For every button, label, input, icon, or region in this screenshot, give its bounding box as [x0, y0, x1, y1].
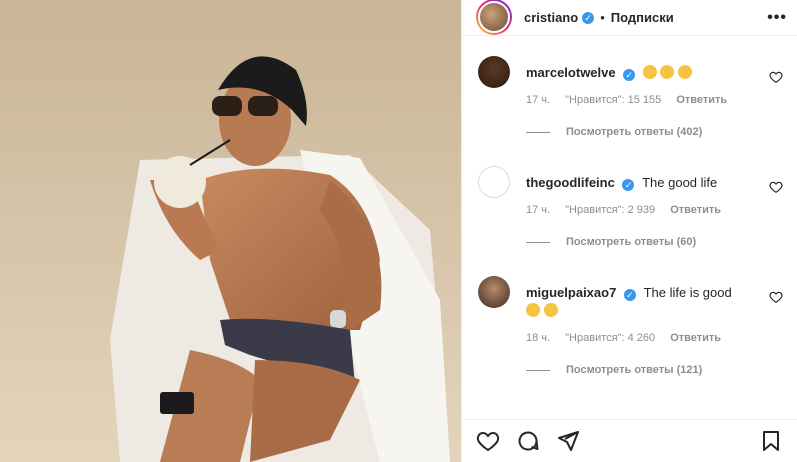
comment-time[interactable]: 17 ч.	[526, 94, 550, 106]
comment-likes[interactable]: "Нравится": 2 939	[565, 204, 655, 216]
verified-icon: ✓	[623, 289, 636, 301]
comment-avatar[interactable]	[478, 56, 510, 88]
view-replies-label: Посмотреть ответы (402)	[566, 126, 703, 138]
comment-username[interactable]: thegoodlifeinc	[526, 175, 615, 190]
heart-icon[interactable]	[476, 429, 500, 453]
comment-text: The life is good	[643, 285, 732, 300]
comments-list[interactable]: marcelotwelve ✓ 17 ч. "Нравится": 15 155…	[462, 56, 797, 396]
like-comment-heart-icon[interactable]	[769, 290, 783, 304]
grinning-sweat-emoji	[543, 303, 558, 317]
share-icon[interactable]	[556, 429, 580, 453]
laughing-emoji	[678, 65, 693, 79]
comments-panel: cristiano ✓ • Подписки ••• marcelotwelve…	[461, 0, 797, 462]
comment-item: marcelotwelve ✓ 17 ч. "Нравится": 15 155…	[462, 56, 797, 166]
replies-divider	[526, 241, 550, 243]
comment-meta: 17 ч. "Нравится": 2 939 Ответить	[526, 204, 783, 216]
reply-button[interactable]: Ответить	[670, 204, 721, 216]
post-photo[interactable]	[0, 0, 461, 462]
comment-text: The good life	[642, 175, 718, 190]
comment-username[interactable]: miguelpaixao7	[526, 285, 616, 300]
comment-likes[interactable]: "Нравится": 4 260	[565, 332, 655, 344]
reply-button[interactable]: Ответить	[670, 332, 721, 344]
beach-photo	[0, 0, 461, 462]
reply-button[interactable]: Ответить	[676, 94, 727, 106]
comment-meta: 17 ч. "Нравится": 15 155 Ответить	[526, 94, 783, 106]
post-actions	[462, 419, 797, 462]
post-view: cristiano ✓ • Подписки ••• marcelotwelve…	[0, 0, 797, 462]
comment-item: miguelpaixao7 ✓ The life is good 18 ч. "…	[462, 276, 797, 396]
view-replies-label: Посмотреть ответы (121)	[566, 364, 703, 376]
verified-icon: ✓	[623, 69, 636, 81]
comment-body: marcelotwelve ✓	[526, 56, 783, 82]
comment-meta: 18 ч. "Нравится": 4 260 Ответить	[526, 332, 783, 344]
verified-icon: ✓	[622, 179, 635, 191]
bookmark-icon[interactable]	[759, 429, 783, 453]
comment-item: thegoodlifeinc ✓ The good life 17 ч. "Нр…	[462, 166, 797, 276]
comment-time[interactable]: 18 ч.	[526, 332, 550, 344]
view-replies-button[interactable]: Посмотреть ответы (121)	[526, 364, 783, 376]
laughing-emoji	[642, 65, 657, 79]
verified-icon: ✓	[582, 11, 595, 24]
replies-divider	[526, 369, 550, 371]
comment-time[interactable]: 17 ч.	[526, 204, 550, 216]
author-avatar[interactable]	[476, 0, 512, 35]
comment-likes[interactable]: "Нравится": 15 155	[565, 94, 661, 106]
like-comment-heart-icon[interactable]	[769, 180, 783, 194]
replies-divider	[526, 131, 550, 133]
view-replies-label: Посмотреть ответы (60)	[566, 236, 697, 248]
sunglasses-emoji	[526, 303, 540, 317]
comment-icon[interactable]	[516, 429, 540, 453]
comment-body: thegoodlifeinc ✓ The good life	[526, 166, 783, 192]
more-options-icon[interactable]: •••	[767, 9, 787, 27]
view-replies-button[interactable]: Посмотреть ответы (402)	[526, 126, 783, 138]
comment-body: miguelpaixao7 ✓ The life is good	[526, 276, 783, 320]
header-separator: •	[600, 10, 605, 25]
comment-avatar[interactable]	[478, 276, 510, 308]
author-username[interactable]: cristiano	[524, 10, 578, 25]
like-comment-heart-icon[interactable]	[769, 70, 783, 84]
post-header: cristiano ✓ • Подписки •••	[462, 0, 797, 36]
laughing-emoji	[660, 65, 675, 79]
comment-username[interactable]: marcelotwelve	[526, 65, 616, 80]
comment-avatar[interactable]	[478, 166, 510, 198]
following-button[interactable]: Подписки	[611, 10, 674, 25]
view-replies-button[interactable]: Посмотреть ответы (60)	[526, 236, 783, 248]
